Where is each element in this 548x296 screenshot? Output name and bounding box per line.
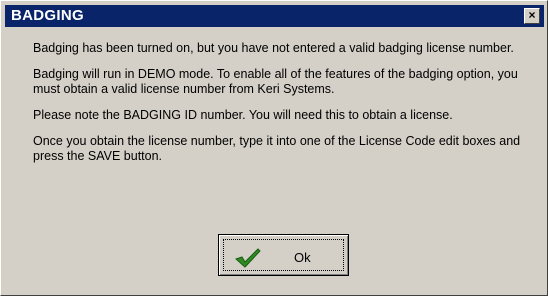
close-button[interactable]: × [524,8,540,24]
message-body: Badging has been turned on, but you have… [33,41,543,175]
ok-button-label: Ok [294,250,311,265]
message-paragraph: Badging will run in DEMO mode. To enable… [33,67,518,96]
ok-button[interactable]: Ok [218,234,349,276]
dialog-title: BADGING [11,7,84,24]
green-check-icon [235,248,261,268]
message-paragraph: Once you obtain the license number, type… [33,134,521,163]
focus-rectangle: Ok [223,239,344,271]
message-paragraph: Please note the BADGING ID number. You w… [33,108,453,122]
badging-dialog: BADGING × Badging has been turned on, bu… [0,0,548,296]
close-icon: × [528,8,536,22]
title-bar[interactable]: BADGING × [5,5,544,27]
message-paragraph: Badging has been turned on, but you have… [33,41,514,55]
